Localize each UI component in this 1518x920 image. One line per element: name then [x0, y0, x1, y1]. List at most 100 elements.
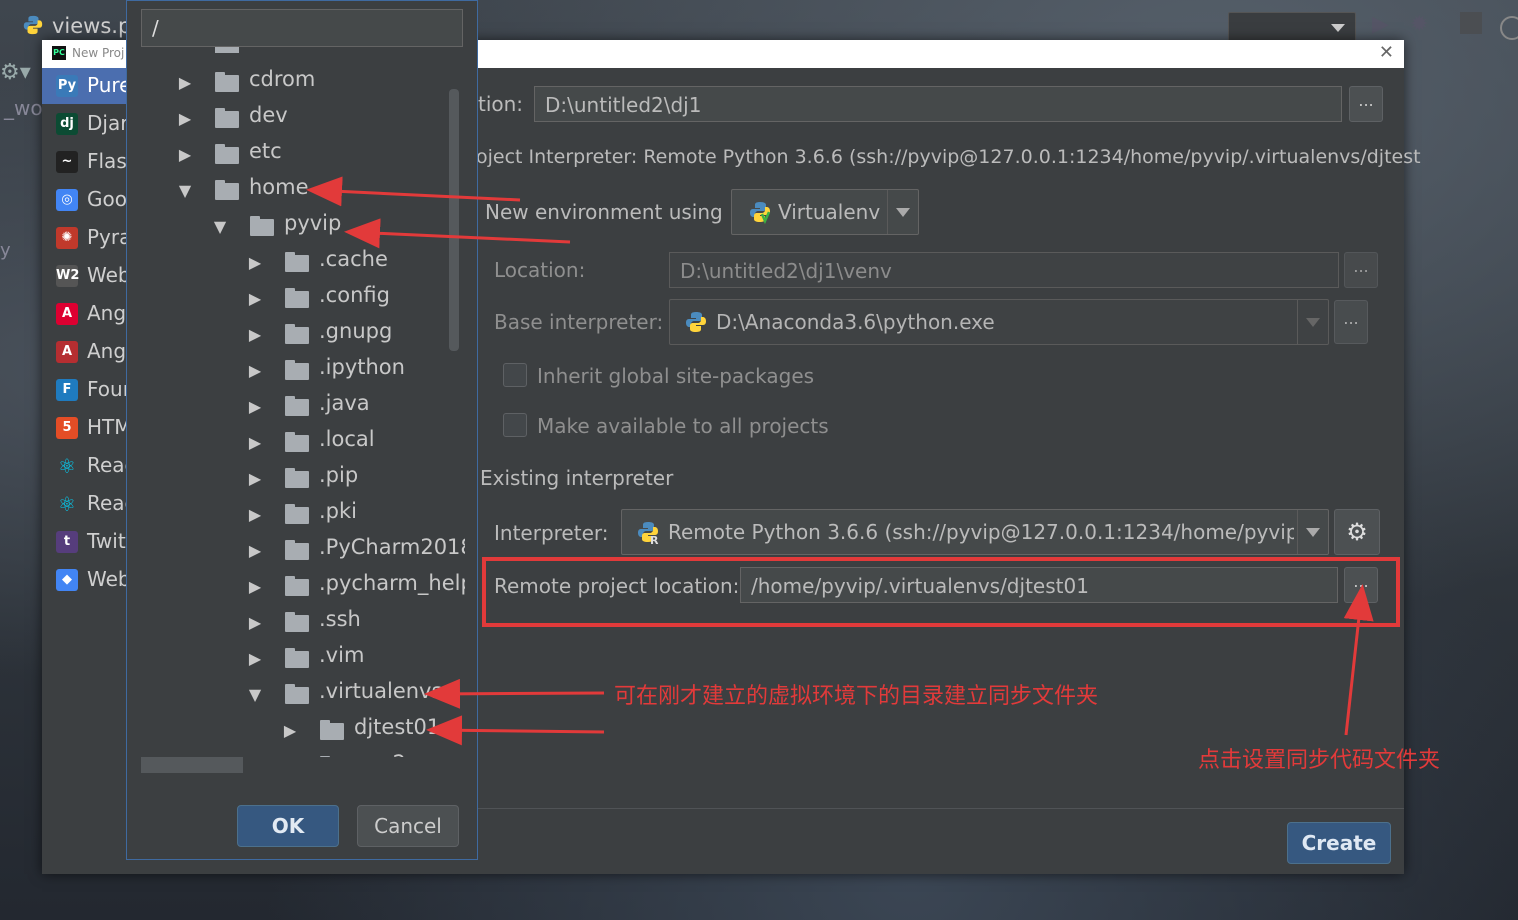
folder-icon [285, 468, 309, 488]
folder-tree-row[interactable]: ▶ .gnupg [141, 317, 465, 353]
expand-arrow-right-icon[interactable]: ▶ [175, 145, 195, 164]
ide-side-text: _wo [4, 96, 43, 120]
expand-arrow-right-icon[interactable]: ▶ [245, 253, 265, 272]
run-icon[interactable]: ▶ [1372, 12, 1389, 37]
expand-arrow-right-icon[interactable]: ▶ [245, 649, 265, 668]
venv-location-input[interactable]: D:\untitled2\dj1\venv [669, 252, 1339, 288]
project-type-label: Four [87, 377, 131, 401]
base-interpreter-select[interactable]: D:\Anaconda3.6\python.exe [669, 299, 1329, 345]
folder-name: .java [319, 391, 370, 415]
folder-tree-row[interactable]: ▶ .cache [141, 245, 465, 281]
location-browse-button[interactable]: ... [1349, 86, 1383, 122]
remote-python-icon: R [638, 522, 659, 544]
cancel-button[interactable]: Cancel [357, 805, 459, 847]
make-available-label: Make available to all projects [537, 414, 829, 438]
folder-tree-row[interactable]: ▶ dev [141, 101, 465, 137]
close-circle-icon[interactable] [1500, 16, 1518, 40]
create-button[interactable]: Create [1287, 822, 1391, 864]
folder-name: .pip [319, 463, 359, 487]
expand-arrow-right-icon[interactable]: ▶ [245, 361, 265, 380]
debug-icon[interactable]: ✹ [1410, 12, 1428, 37]
folder-tree[interactable]: ▶ cdrom ▶ dev ▶ etc ▼ home ▼ pyvip ▶ .cache ▶ .config… [141, 47, 465, 773]
ok-button[interactable]: OK [237, 805, 339, 847]
project-type-label: Goo [87, 187, 127, 211]
interpreter-settings-button[interactable]: ⚙ [1334, 509, 1380, 555]
expand-arrow-right-icon[interactable]: ▶ [245, 505, 265, 524]
location-label: tion: [478, 92, 524, 116]
expand-arrow-right-icon[interactable]: ▶ [245, 469, 265, 488]
inherit-site-packages-checkbox[interactable] [503, 363, 527, 387]
folder-tree-row[interactable]: ▶ .pki [141, 497, 465, 533]
expand-arrow-down-icon[interactable]: ▼ [210, 217, 230, 236]
expand-arrow-right-icon[interactable]: ▶ [175, 109, 195, 128]
expand-arrow-right-icon[interactable]: ▶ [245, 397, 265, 416]
folder-tree-row[interactable]: ▼ .virtualenvs [141, 677, 465, 713]
vertical-scrollbar[interactable] [449, 89, 459, 351]
folder-icon [285, 540, 309, 560]
location-input[interactable]: D:\untitled2\dj1 [534, 86, 1342, 122]
folder-name: .gnupg [319, 319, 393, 343]
folder-tree-row[interactable]: ▶ cdrom [141, 65, 465, 101]
interpreter-summary[interactable]: oject Interpreter: Remote Python 3.6.6 (… [476, 146, 1421, 168]
interpreter-value: Remote Python 3.6.6 (ssh://pyvip@127.0.0… [668, 520, 1294, 544]
chevron-down-icon[interactable] [1297, 510, 1328, 554]
folder-icon [215, 108, 239, 128]
chevron-down-icon[interactable] [1297, 300, 1328, 344]
python-icon [686, 312, 706, 332]
expand-arrow-right-icon[interactable]: ▶ [175, 73, 195, 92]
folder-icon [215, 72, 239, 92]
folder-tree-row[interactable]: ▶ .local [141, 425, 465, 461]
dialog-title: New Proj [72, 46, 125, 60]
flask-icon: ~ [56, 151, 78, 173]
expand-arrow-right-icon[interactable]: ▶ [280, 721, 300, 740]
base-interpreter-browse-button[interactable]: ... [1334, 300, 1368, 344]
expand-arrow-right-icon[interactable]: ▶ [245, 577, 265, 596]
annotation-folder-note: 可在刚才建立的虚拟环境下的目录建立同步文件夹 [614, 684, 1099, 709]
close-icon[interactable]: ✕ [1379, 42, 1394, 63]
folder-tree-row[interactable]: ▶ .vim [141, 641, 465, 677]
expand-arrow-down-icon[interactable]: ▼ [175, 181, 195, 200]
folder-name: pyvip [284, 211, 342, 235]
environment-tool-select[interactable]: Virtualenv [731, 189, 919, 235]
gear-icon[interactable]: ⚙▾ [0, 60, 31, 85]
make-available-checkbox[interactable] [503, 413, 527, 437]
folder-tree-row[interactable]: ▶ .java [141, 389, 465, 425]
horizontal-scrollbar[interactable] [141, 757, 243, 773]
path-input[interactable]: / [141, 9, 463, 47]
folder-tree-row[interactable]: ▶ djtest01 [141, 713, 465, 749]
run-configuration-dropdown[interactable] [1228, 12, 1356, 42]
gear-icon: ⚙ [1346, 518, 1368, 546]
folder-tree-row[interactable]: ▶ .PyCharm2018. [141, 533, 465, 569]
base-interpreter-label: Base interpreter: [494, 310, 664, 334]
folder-name: .config [319, 283, 390, 307]
folder-tree-row[interactable]: ▼ home [141, 173, 465, 209]
folder-tree-row[interactable]: ▶ .pycharm_helpe [141, 569, 465, 605]
folder-tree-row[interactable]: ▶ .ssh [141, 605, 465, 641]
folder-name: .pki [319, 499, 358, 523]
folder-icon [285, 684, 309, 704]
folder-tree-row[interactable]: ▼ pyvip [141, 209, 465, 245]
expand-arrow-right-icon[interactable]: ▶ [245, 613, 265, 632]
folder-name: cdrom [249, 67, 316, 91]
new-environment-label[interactable]: New environment using [485, 200, 723, 224]
expand-arrow-right-icon[interactable]: ▶ [245, 433, 265, 452]
stop-icon[interactable] [1460, 12, 1482, 34]
folder-tree-row[interactable]: ▶ etc [141, 137, 465, 173]
existing-interpreter-label[interactable]: Existing interpreter [480, 466, 673, 490]
folder-icon [285, 360, 309, 380]
expand-arrow-right-icon[interactable]: ▶ [245, 289, 265, 308]
project-type-label: Pyra [87, 225, 132, 249]
django-icon: dj [56, 113, 78, 135]
interpreter-select[interactable]: R Remote Python 3.6.6 (ssh://pyvip@127.0… [621, 509, 1329, 555]
chevron-down-icon[interactable] [887, 190, 918, 234]
twitter-bootstrap-icon: t [56, 531, 78, 553]
folder-tree-row[interactable]: ▶ .pip [141, 461, 465, 497]
expand-arrow-right-icon[interactable]: ▶ [245, 541, 265, 560]
expand-arrow-right-icon[interactable]: ▶ [245, 325, 265, 344]
folder-tree-row[interactable]: ▶ .config [141, 281, 465, 317]
expand-arrow-down-icon[interactable]: ▼ [245, 685, 265, 704]
folder-tree-row[interactable]: ▶ .ipython [141, 353, 465, 389]
venv-location-browse-button[interactable]: ... [1344, 252, 1378, 288]
folder-icon [285, 432, 309, 452]
folder-icon [215, 144, 239, 164]
